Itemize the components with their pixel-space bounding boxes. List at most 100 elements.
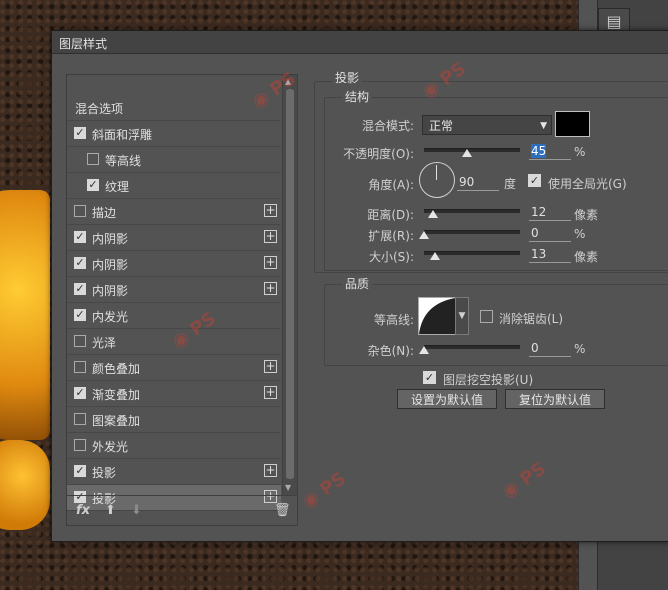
style-list-item[interactable]: ✓ 投影 + (67, 459, 281, 485)
style-item-label: 内阴影 (92, 258, 129, 272)
style-list-item[interactable]: 外发光 (67, 433, 281, 459)
blend-mode-value: 正常 (429, 119, 454, 133)
add-effect-icon[interactable]: + (264, 230, 277, 243)
style-item-label: 图案叠加 (92, 414, 141, 428)
spread-unit: % (574, 227, 586, 241)
scroll-thumb[interactable] (286, 89, 294, 479)
style-list-item[interactable]: ✓ 渐变叠加 + (67, 381, 281, 407)
style-list-item[interactable]: ✓ 斜面和浮雕 (67, 121, 281, 147)
add-effect-icon[interactable]: + (264, 360, 277, 373)
style-checkbox[interactable]: ✓ (74, 127, 86, 139)
noise-slider-knob[interactable] (419, 346, 429, 354)
style-list-item[interactable]: 颜色叠加 + (67, 355, 281, 381)
style-list-item[interactable]: 图案叠加 (67, 407, 281, 433)
style-checkbox[interactable] (74, 335, 86, 347)
structure-legend: 结构 (342, 88, 373, 105)
knockout-checkbox[interactable]: ✓ (423, 371, 436, 384)
style-item-label: 描边 (92, 206, 117, 220)
antialias-label: 消除锯齿(L) (499, 312, 564, 326)
add-effect-icon[interactable]: + (264, 282, 277, 295)
antialias-checkbox[interactable] (480, 310, 493, 323)
style-checkbox[interactable]: ✓ (74, 283, 86, 295)
angle-unit: 度 (504, 177, 517, 191)
global-light-checkbox[interactable]: ✓ (528, 174, 541, 187)
noise-input[interactable]: 0 (529, 340, 571, 357)
style-list-item[interactable]: ✓ 内发光 (67, 303, 281, 329)
style-list-scrollbar[interactable]: ▲ ▼ (282, 75, 297, 495)
distance-slider[interactable] (424, 209, 520, 213)
noise-slider[interactable] (424, 345, 520, 349)
move-down-icon[interactable]: ⬇ (131, 503, 142, 518)
add-effect-icon[interactable]: + (264, 464, 277, 477)
chevron-down-icon: ▼ (540, 121, 547, 131)
style-item-label: 等高线 (105, 154, 142, 168)
reset-default-button[interactable]: 复位为默认值 (505, 389, 605, 409)
contour-preview[interactable] (418, 297, 456, 335)
scroll-down-icon[interactable]: ▼ (285, 483, 291, 492)
style-list-item[interactable]: ✓ 纹理 (67, 173, 281, 199)
style-list-item[interactable]: 描边 + (67, 199, 281, 225)
style-list-item[interactable]: ✓ 内阴影 + (67, 277, 281, 303)
style-checkbox[interactable]: ✓ (87, 179, 99, 191)
opacity-input[interactable]: 45 (529, 143, 571, 160)
style-item-label: 外发光 (92, 440, 129, 454)
style-list-item[interactable]: ✓ 内阴影 + (67, 225, 281, 251)
style-item-label: 渐变叠加 (92, 388, 141, 402)
size-input[interactable]: 13 (529, 246, 571, 263)
quality-legend: 品质 (342, 275, 373, 292)
add-effect-icon[interactable]: + (264, 256, 277, 269)
distance-label: 距离(D): (367, 208, 414, 222)
style-item-label: 斜面和浮雕 (92, 128, 153, 142)
spread-label: 扩展(R): (368, 229, 414, 243)
contour-dropdown-chevron-icon[interactable]: ▼ (455, 297, 469, 335)
angle-label: 角度(A): (368, 178, 414, 192)
style-checkbox[interactable]: ✓ (74, 231, 86, 243)
noise-label: 杂色(N): (367, 344, 414, 358)
style-item-label: 混合选项 (75, 102, 124, 116)
trash-icon[interactable]: 🗑 (274, 503, 291, 518)
move-up-icon[interactable]: ⬆ (105, 503, 116, 518)
size-unit: 像素 (574, 250, 599, 264)
noise-unit: % (574, 342, 586, 356)
style-checkbox[interactable] (74, 439, 86, 451)
opacity-label: 不透明度(O): (343, 147, 414, 161)
size-label: 大小(S): (368, 250, 414, 264)
add-effect-icon[interactable]: + (264, 386, 277, 399)
style-checkbox[interactable] (74, 361, 86, 373)
spread-slider[interactable] (424, 230, 520, 234)
size-slider-knob[interactable] (430, 252, 440, 260)
style-item-label: 内阴影 (92, 284, 129, 298)
blend-mode-label: 混合模式: (361, 119, 414, 133)
style-list-item[interactable]: 等高线 (67, 147, 281, 173)
shadow-color-swatch[interactable] (555, 111, 590, 137)
style-checkbox[interactable]: ✓ (74, 309, 86, 321)
angle-input[interactable]: 90 (457, 174, 499, 191)
dialog-titlebar[interactable]: 图层样式 (52, 31, 668, 54)
gold-artwork (0, 190, 50, 440)
style-checkbox[interactable] (74, 413, 86, 425)
spread-input[interactable]: 0 (529, 225, 571, 242)
global-light-label: 使用全局光(G) (548, 177, 627, 191)
style-checkbox[interactable]: ✓ (74, 387, 86, 399)
blend-mode-select[interactable]: 正常 ▼ (422, 115, 552, 135)
style-list-item[interactable]: ✓ 内阴影 + (67, 251, 281, 277)
style-checkbox[interactable]: ✓ (74, 257, 86, 269)
distance-input[interactable]: 12 (529, 204, 571, 221)
opacity-slider-knob[interactable] (462, 149, 473, 157)
spread-slider-knob[interactable] (419, 231, 429, 239)
style-checkbox[interactable] (87, 153, 99, 165)
style-checkbox[interactable]: ✓ (74, 465, 86, 477)
fx-icon[interactable]: fx (76, 503, 90, 518)
style-checkbox[interactable] (74, 205, 86, 217)
style-item-label: 投影 (92, 466, 117, 480)
gold-artwork-lower (0, 440, 50, 530)
style-list-item[interactable]: 混合选项 (67, 95, 281, 121)
dialog-title: 图层样式 (59, 37, 108, 51)
add-effect-icon[interactable]: + (264, 204, 277, 217)
set-default-button[interactable]: 设置为默认值 (397, 389, 497, 409)
style-item-label: 纹理 (105, 180, 130, 194)
angle-dial[interactable] (419, 162, 455, 198)
distance-slider-knob[interactable] (428, 210, 438, 218)
layer-style-dialog: 图层样式 混合选项 ✓ 斜面和浮雕 等高线 ✓ 纹理 描边 + ✓ 内阴影 + ✓ 内阴影 + ✓ 内阴影 + ✓… (51, 30, 668, 542)
section-title: 投影 (332, 69, 363, 86)
